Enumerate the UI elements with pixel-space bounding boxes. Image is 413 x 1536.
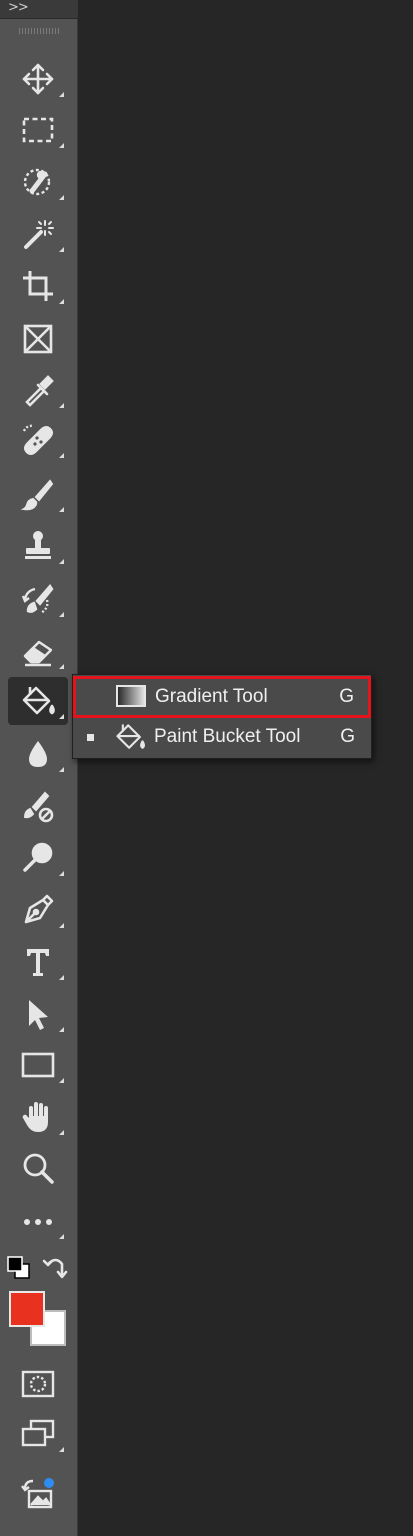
type-tool[interactable] (8, 938, 68, 986)
edit-toolbar-button[interactable] (8, 1197, 68, 1245)
crop-icon (23, 271, 53, 301)
clone-stamp-tool[interactable] (8, 522, 68, 570)
panel-header[interactable]: >> (0, 0, 78, 19)
blur-drop-icon (29, 741, 47, 767)
healing-brush-icon (22, 424, 53, 455)
crop-tool[interactable] (8, 262, 68, 310)
more-icon (24, 1219, 52, 1225)
menu-item-shortcut: G (340, 726, 355, 747)
menu-item-label: Gradient Tool (155, 686, 268, 707)
move-icon (22, 63, 54, 95)
image-search-icon (21, 1478, 54, 1509)
move-tool[interactable] (8, 55, 68, 103)
zoom-icon (23, 1153, 54, 1184)
smudge-tool[interactable] (8, 782, 68, 830)
default-colors-icon[interactable] (6, 1255, 32, 1281)
pen-tool[interactable] (8, 886, 68, 934)
spot-healing-brush-tool[interactable] (8, 416, 68, 464)
eraser-tool[interactable] (8, 627, 68, 675)
paint-bucket-tool[interactable] (8, 677, 68, 725)
history-brush-tool[interactable] (8, 575, 68, 623)
history-brush-icon (21, 584, 54, 615)
dodge-icon (23, 842, 53, 872)
path-selection-tool[interactable] (8, 990, 68, 1038)
discover-button[interactable] (8, 1470, 68, 1518)
tools-panel: >> (0, 0, 78, 1536)
object-selection-icon (23, 168, 51, 196)
gradient-tool-menu-item[interactable]: Gradient Tool G (73, 676, 371, 718)
zoom-tool[interactable] (8, 1144, 68, 1192)
swap-colors-icon[interactable] (42, 1254, 70, 1282)
dodge-tool[interactable] (8, 834, 68, 882)
paint-bucket-icon (116, 724, 145, 749)
rectangle-tool[interactable] (8, 1041, 68, 1089)
tool-flyout-menu: Gradient Tool G Paint Bucket Tool G (72, 674, 372, 759)
smudge-icon (23, 791, 54, 823)
brush-tool[interactable] (8, 470, 68, 518)
hand-icon (22, 1102, 48, 1132)
menu-item-shortcut: G (339, 686, 354, 707)
menu-item-label: Paint Bucket Tool (154, 726, 301, 747)
rectangle-icon (21, 1052, 55, 1078)
panel-grip-handle[interactable] (19, 28, 59, 34)
arrow-icon (29, 1000, 48, 1030)
quick-mask-button[interactable] (8, 1360, 68, 1408)
paint-bucket-icon (22, 686, 55, 715)
eyedropper-icon (25, 375, 54, 407)
gradient-icon (116, 685, 146, 707)
stamp-icon (25, 531, 51, 559)
screen-mode-icon (21, 1419, 55, 1447)
object-selection-tool[interactable] (8, 158, 68, 206)
quick-mask-icon (21, 1370, 55, 1398)
eyedropper-tool[interactable] (8, 366, 68, 414)
frame-icon (23, 324, 53, 354)
type-icon (27, 949, 49, 976)
magic-wand-tool[interactable] (8, 210, 68, 258)
selected-indicator (87, 733, 94, 741)
marquee-icon (22, 117, 54, 143)
paint-bucket-tool-menu-item[interactable]: Paint Bucket Tool G (73, 718, 371, 756)
rectangular-marquee-tool[interactable] (8, 106, 68, 154)
magic-wand-icon (24, 220, 54, 249)
eraser-icon (23, 640, 53, 667)
frame-tool[interactable] (8, 315, 68, 363)
screen-mode-button[interactable] (8, 1410, 68, 1458)
blur-tool[interactable] (8, 730, 68, 778)
brush-icon (20, 479, 54, 511)
hand-tool[interactable] (8, 1093, 68, 1141)
collapse-panel-button[interactable]: >> (8, 0, 29, 16)
foreground-color-swatch[interactable] (9, 1291, 45, 1327)
pen-icon (24, 894, 54, 924)
